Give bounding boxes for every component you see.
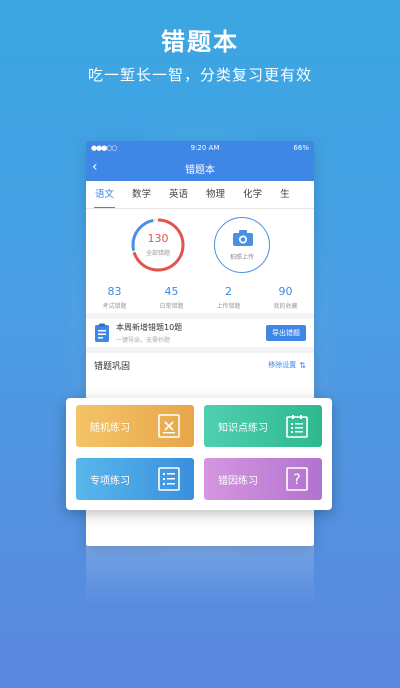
status-time: 9:20 AM — [190, 144, 220, 152]
stat-value: 2 — [225, 285, 232, 298]
hero-title: 错题本 — [161, 28, 239, 56]
svg-text:?: ? — [293, 472, 300, 488]
random-icon — [158, 414, 180, 438]
export-wrong-button[interactable]: 导出错题 — [266, 325, 306, 341]
practice-title: 错题巩固 — [94, 361, 131, 372]
stat-value: 90 — [278, 285, 293, 298]
card-label: 随机练习 — [90, 422, 130, 434]
stat-label: 日常错题 — [159, 303, 184, 310]
subject-tabs: 语文 数学 英语 物理 化学 生 — [86, 181, 314, 209]
status-bar: ●●●○○ 9:20 AM 66% — [86, 141, 314, 155]
photo-upload-label: 拍照上传 — [229, 254, 254, 261]
tab-chinese[interactable]: 语文 — [86, 181, 123, 208]
battery-level: 66% — [293, 144, 309, 152]
stat-daily-wrong[interactable]: 45 日常错题 — [143, 283, 200, 313]
practice-header: 错题巩固 移除设置 ⇅ — [86, 353, 314, 377]
stat-value: 83 — [107, 285, 122, 298]
stat-label: 我的收藏 — [273, 303, 298, 310]
summary-section: 130 全部错题 拍照上传 — [86, 209, 314, 283]
special-practice-card[interactable]: 专项练习 — [76, 458, 194, 500]
signal-indicator: ●●●○○ — [91, 144, 118, 152]
card-label: 知识点练习 — [218, 422, 268, 434]
knowledge-practice-card[interactable]: 知识点练习 — [204, 405, 322, 447]
total-wrong-ring[interactable]: 130 全部错题 — [130, 217, 186, 273]
camera-icon — [233, 230, 253, 246]
tab-chemistry[interactable]: 化学 — [234, 181, 271, 208]
checklist-icon — [286, 415, 308, 438]
stats-row: 83 考试错题 45 日常错题 2 上传错题 90 我的收藏 — [86, 283, 314, 319]
photo-upload-button[interactable]: 拍照上传 — [214, 217, 270, 273]
tab-physics[interactable]: 物理 — [197, 181, 234, 208]
stat-label: 考试错题 — [102, 303, 127, 310]
stat-favorites[interactable]: 90 我的收藏 — [257, 283, 314, 313]
stat-value: 45 — [164, 285, 179, 298]
page-title: 错题本 — [185, 164, 215, 176]
stat-exam-wrong[interactable]: 83 考试错题 — [86, 283, 143, 313]
tab-biology[interactable]: 生 — [271, 181, 299, 208]
practice-cards-panel: 随机练习 知识点练习 专项练习 错因练习 ? — [66, 398, 332, 510]
clipboard-icon — [95, 323, 109, 342]
total-wrong-label: 全部错题 — [145, 250, 170, 257]
stat-label: 上传错题 — [216, 303, 241, 310]
weekly-new-banner: 本周新增错题10题 一键导出，无需抄题 导出错题 — [86, 319, 314, 353]
card-label: 错因练习 — [218, 475, 258, 487]
list-icon — [158, 467, 180, 491]
sort-icon[interactable]: ⇅ — [299, 361, 306, 370]
progress-ring-icon — [131, 218, 185, 272]
total-wrong-count: 130 — [147, 232, 169, 245]
stat-uploaded-wrong[interactable]: 2 上传错题 — [200, 283, 257, 313]
nav-bar: ‹ 错题本 — [86, 155, 314, 181]
remove-settings-link[interactable]: 移除设置 — [268, 360, 296, 370]
hero-subtitle: 吃一堑长一智，分类复习更有效 — [87, 66, 312, 84]
tab-english[interactable]: 英语 — [160, 181, 197, 208]
card-label: 专项练习 — [90, 475, 130, 487]
back-icon[interactable]: ‹ — [92, 159, 98, 175]
reflection — [86, 546, 314, 606]
tab-math[interactable]: 数学 — [123, 181, 160, 208]
random-practice-card[interactable]: 随机练习 — [76, 405, 194, 447]
weekly-title: 本周新增错题10题 — [116, 323, 183, 332]
question-icon: ? — [286, 467, 308, 491]
cause-practice-card[interactable]: 错因练习 ? — [204, 458, 322, 500]
weekly-subtitle: 一键导出，无需抄题 — [116, 337, 171, 344]
